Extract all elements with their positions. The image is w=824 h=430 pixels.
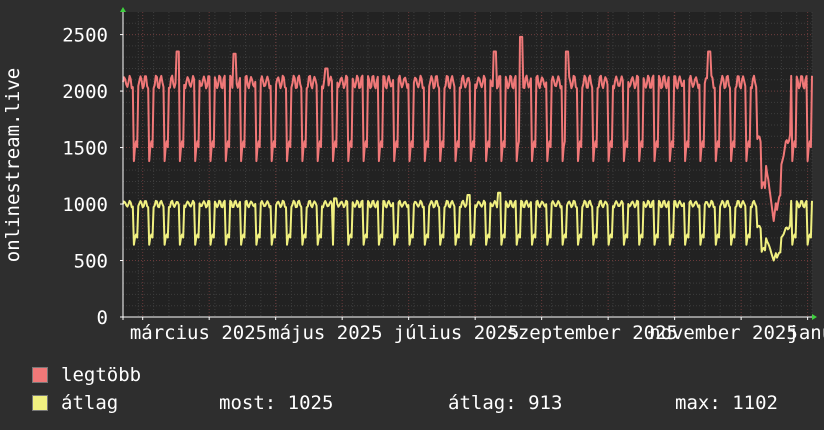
- legend-item-avg: átlag: [32, 392, 118, 414]
- y-tick-label: 0: [97, 307, 108, 329]
- legend-label-avg: átlag: [61, 392, 119, 414]
- stat-maximum: max: 1102: [675, 392, 778, 414]
- stat-current: most: 1025: [219, 392, 334, 414]
- y-tick-label: 500: [74, 251, 108, 273]
- x-tick-label: március 2025: [130, 322, 267, 344]
- legend-item-max: legtöbb: [32, 364, 141, 386]
- y-tick-label: 2500: [62, 25, 108, 47]
- x-axis-arrow: [812, 314, 817, 320]
- x-tick-label: július 2025: [394, 322, 520, 344]
- y-axis-arrow: [120, 7, 126, 12]
- y-axis-label: onlinestream.live: [2, 68, 24, 262]
- legend-swatch-avg: [32, 395, 48, 411]
- y-tick-label: 1000: [62, 194, 108, 216]
- legend-label-max: legtöbb: [61, 364, 142, 386]
- x-tick-label: január 2026: [787, 322, 824, 344]
- stat-average: átlag: 913: [448, 392, 563, 414]
- x-tick-label: május 2025: [268, 322, 382, 344]
- legend-swatch-max: [32, 367, 48, 383]
- chart: 0 500 1000 1500 2000 2500 március 2025 május 20…: [2, 7, 824, 344]
- y-tick-label: 1500: [62, 138, 108, 160]
- x-tick-label: november 2025: [649, 322, 798, 344]
- y-tick-label: 2000: [62, 81, 108, 103]
